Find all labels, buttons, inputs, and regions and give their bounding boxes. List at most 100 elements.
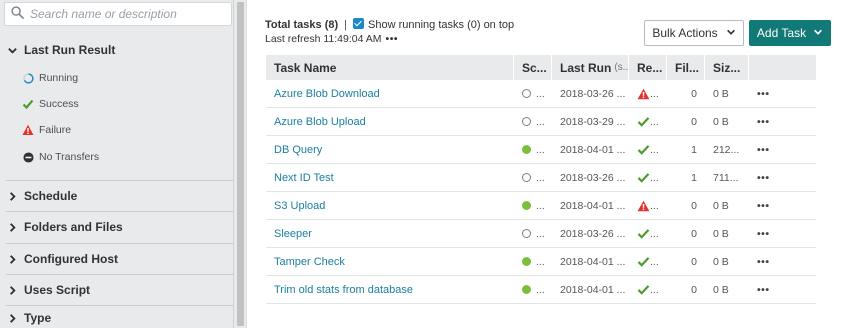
column-header-task-name[interactable]: Task Name	[266, 55, 514, 80]
result-text: ...	[650, 171, 659, 184]
section-label: Configured Host	[24, 252, 118, 266]
show-running-checkbox[interactable]	[353, 18, 365, 29]
schedule-idle-icon	[522, 117, 531, 126]
table-row[interactable]: Sleeper... 2018-03-26 ...... 0 0 B •••	[266, 220, 816, 248]
column-header-schedule[interactable]: Sc...	[514, 55, 552, 80]
schedule-active-icon	[522, 257, 531, 266]
row-more-icon[interactable]: •••	[749, 192, 781, 220]
result-cell: ...	[629, 164, 667, 192]
task-name-link[interactable]: Sleeper	[266, 220, 514, 248]
table-row[interactable]: DB Query... 2018-04-01 ...... 1 212... •••	[266, 136, 816, 164]
schedule-idle-icon	[522, 89, 531, 98]
row-more-icon[interactable]: •••	[749, 164, 781, 192]
last-run-cell: 2018-04-01 ...	[560, 255, 626, 268]
table-row[interactable]: Tamper Check... 2018-04-01 ...... 0 0 B •••	[266, 248, 816, 276]
add-task-button[interactable]: Add Task	[749, 20, 831, 46]
check-icon	[22, 98, 34, 110]
row-more-icon[interactable]: •••	[749, 108, 781, 136]
check-icon	[637, 144, 650, 155]
row-more-icon[interactable]: •••	[749, 220, 781, 248]
separator: |	[344, 19, 348, 31]
filter-failure[interactable]: Failure	[22, 119, 71, 141]
refresh-more-icon[interactable]: •••	[386, 33, 399, 45]
check-icon	[637, 284, 650, 295]
schedule-active-icon	[522, 285, 531, 294]
filter-label: Running	[39, 72, 79, 84]
result-text: ...	[650, 283, 659, 296]
scrollbar-thumb[interactable]	[237, 2, 244, 326]
last-run-header-label: Last Run	[560, 60, 612, 75]
section-label: Schedule	[24, 189, 78, 203]
task-name-link[interactable]: S3 Upload	[266, 192, 514, 220]
section-folders-and-files[interactable]: Folders and Files	[0, 212, 234, 242]
filter-label: Failure	[39, 124, 72, 136]
table-row[interactable]: Azure Blob Download... 2018-03-26 ...... 0…	[266, 80, 816, 108]
search-box[interactable]	[4, 2, 232, 26]
table-row[interactable]: Azure Blob Upload... 2018-03-29 ...... 0 0 …	[266, 108, 816, 136]
result-text: ...	[650, 115, 659, 128]
section-label: Type	[24, 311, 52, 325]
row-more-icon[interactable]: •••	[749, 136, 781, 164]
sidebar-scrollbar[interactable]	[234, 0, 247, 328]
column-header-files[interactable]: Fil...	[667, 55, 705, 80]
files-cell: 1	[691, 143, 697, 156]
table-row[interactable]: S3 Upload... 2018-04-01 ...... 0 0 B •••	[266, 192, 816, 220]
schedule-cell: ...	[514, 276, 552, 304]
schedule-cell: ...	[514, 80, 552, 108]
check-icon	[637, 116, 650, 127]
check-icon	[637, 172, 650, 183]
last-run-cell: 2018-03-29 ...	[560, 115, 626, 128]
size-cell: 0 B	[713, 255, 729, 268]
schedule-cell: ...	[514, 220, 552, 248]
task-name-link[interactable]: Azure Blob Download	[266, 80, 514, 108]
column-header-result[interactable]: Re...	[629, 55, 667, 80]
row-more-icon[interactable]: •••	[749, 80, 781, 108]
task-name-link[interactable]: Trim old stats from database	[266, 276, 514, 304]
schedule-cell: ...	[514, 136, 552, 164]
task-name-link[interactable]: Next ID Test	[266, 164, 514, 192]
section-last-run-result[interactable]: Last Run Result	[0, 35, 234, 65]
filter-success[interactable]: Success	[22, 93, 79, 115]
result-cell: ...	[629, 80, 667, 108]
schedule-text: ...	[536, 115, 545, 128]
size-cell: 711...	[713, 171, 739, 184]
row-more-icon[interactable]: •••	[749, 276, 781, 304]
column-header-last-run[interactable]: Last Run(s...	[552, 55, 629, 80]
result-text: ...	[650, 143, 659, 156]
task-name-link[interactable]: Azure Blob Upload	[266, 108, 514, 136]
section-label: Last Run Result	[24, 43, 116, 57]
search-icon	[11, 6, 24, 22]
search-input[interactable]	[30, 7, 230, 21]
section-uses-script[interactable]: Uses Script	[0, 275, 234, 305]
last-run-cell: 2018-04-01 ...	[560, 199, 626, 212]
chevron-down-icon	[813, 26, 823, 40]
total-tasks: Total tasks (8)	[265, 19, 339, 31]
column-header-size[interactable]: Siz...	[705, 55, 749, 80]
filter-no-transfers[interactable]: No Transfers	[22, 146, 99, 168]
schedule-text: ...	[536, 171, 545, 184]
last-run-header-hint: (s...	[614, 62, 629, 73]
result-cell: ...	[629, 136, 667, 164]
last-run-cell: 2018-03-26 ...	[560, 87, 626, 100]
task-name-link[interactable]: Tamper Check	[266, 248, 514, 276]
table-row[interactable]: Trim old stats from database... 2018-04-0…	[266, 276, 816, 304]
files-cell: 0	[691, 115, 697, 128]
schedule-cell: ...	[514, 192, 552, 220]
size-cell: 0 B	[713, 199, 729, 212]
table-row[interactable]: Next ID Test... 2018-03-26 ...... 1 711... •…	[266, 164, 816, 192]
filter-running[interactable]: Running	[22, 67, 78, 89]
schedule-cell: ...	[514, 108, 552, 136]
bulk-actions-button[interactable]: Bulk Actions	[644, 20, 744, 46]
row-more-icon[interactable]: •••	[749, 248, 781, 276]
section-configured-host[interactable]: Configured Host	[0, 244, 234, 274]
schedule-text: ...	[536, 227, 545, 240]
result-cell: ...	[629, 220, 667, 248]
section-schedule[interactable]: Schedule	[0, 181, 234, 211]
task-name-link[interactable]: DB Query	[266, 136, 514, 164]
section-type[interactable]: Type	[0, 306, 234, 328]
schedule-text: ...	[536, 255, 545, 268]
last-run-cell: 2018-03-26 ...	[560, 227, 626, 240]
warning-icon	[637, 88, 650, 100]
schedule-text: ...	[536, 283, 545, 296]
files-cell: 0	[691, 227, 697, 240]
